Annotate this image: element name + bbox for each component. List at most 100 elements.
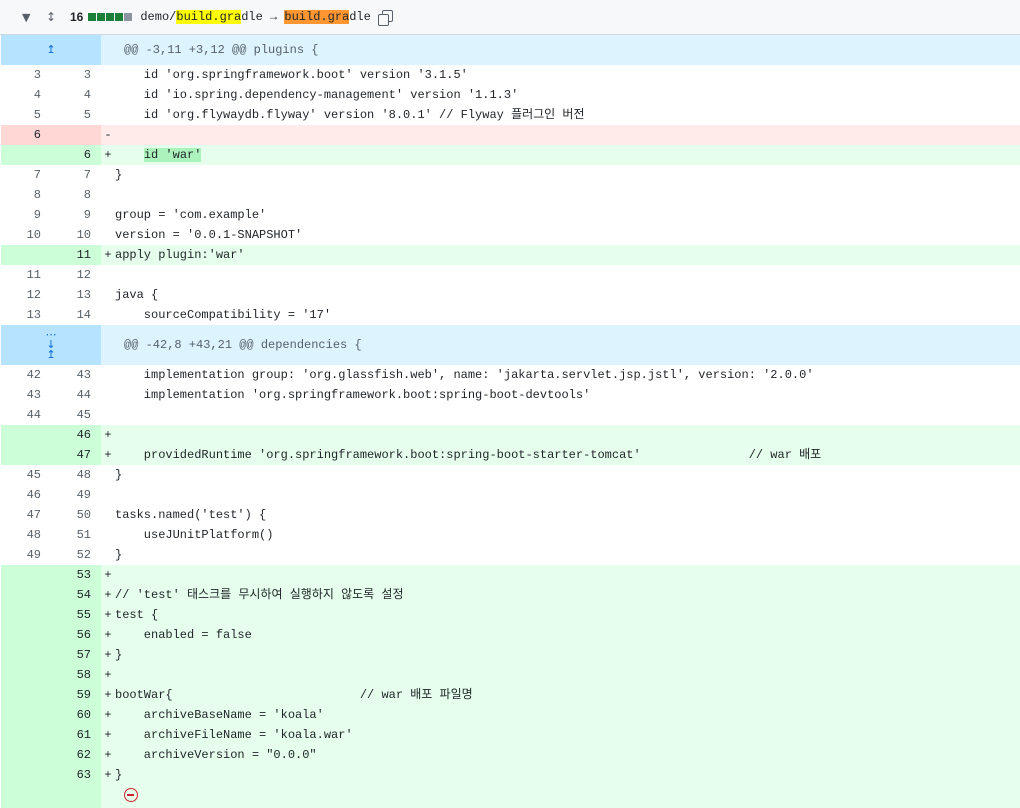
new-line-number[interactable]: 9 [51, 205, 101, 225]
diff-table: ↥ @@ -3,11 +3,12 @@ plugins { 33 id 'org… [1, 35, 1020, 785]
old-line-number[interactable] [1, 625, 51, 645]
diff-line-context: 49 52 } [1, 545, 1020, 565]
new-line-number[interactable]: 44 [51, 385, 101, 405]
new-line-number[interactable]: 61 [51, 725, 101, 745]
new-line-number[interactable]: 45 [51, 405, 101, 425]
old-line-number[interactable]: 44 [1, 405, 51, 425]
new-line-number[interactable]: 46 [51, 425, 101, 445]
new-line-number[interactable]: 14 [51, 305, 101, 325]
diff-sign [101, 105, 115, 125]
new-line-number[interactable]: 48 [51, 465, 101, 485]
old-line-number[interactable]: 48 [1, 525, 51, 545]
code-cell: + archiveFileName = 'koala.war' [101, 725, 1020, 745]
new-line-number[interactable]: 50 [51, 505, 101, 525]
old-line-number[interactable]: 13 [1, 305, 51, 325]
old-line-number[interactable] [1, 685, 51, 705]
new-line-number[interactable]: 7 [51, 165, 101, 185]
new-line-number[interactable]: 47 [51, 445, 101, 465]
old-line-number[interactable] [1, 605, 51, 625]
new-line-number[interactable]: 60 [51, 705, 101, 725]
new-line-number[interactable]: 3 [51, 65, 101, 85]
new-line-number[interactable]: 10 [51, 225, 101, 245]
diffstat-square [106, 13, 115, 21]
diff-line-context: 55 id 'org.flywaydb.flyway' version '8.0… [1, 105, 1020, 125]
new-line-number[interactable] [51, 125, 101, 145]
diff-sign [101, 405, 115, 425]
old-line-number[interactable]: 49 [1, 545, 51, 565]
new-line-number[interactable]: 12 [51, 265, 101, 285]
new-line-number[interactable]: 63 [51, 765, 101, 785]
chevron-down-icon[interactable]: ▼ [22, 11, 38, 24]
old-line-number[interactable]: 46 [1, 485, 51, 505]
old-line-number[interactable]: 10 [1, 225, 51, 245]
old-line-number[interactable]: 6 [1, 125, 51, 145]
old-line-number[interactable] [1, 245, 51, 265]
old-line-number[interactable] [1, 425, 51, 445]
old-line-number[interactable] [1, 565, 51, 585]
old-line-number[interactable] [1, 705, 51, 725]
diff-sign [101, 525, 115, 545]
old-line-number[interactable]: 5 [1, 105, 51, 125]
new-line-number[interactable]: 53 [51, 565, 101, 585]
code-cell: + [101, 565, 1020, 585]
old-line-number[interactable] [1, 585, 51, 605]
new-line-number[interactable]: 62 [51, 745, 101, 765]
diff-sign: + [104, 668, 112, 682]
copy-icon[interactable] [377, 10, 393, 26]
code-cell: + id 'war' [101, 145, 1020, 165]
old-line-number[interactable]: 11 [1, 265, 51, 285]
new-line-number[interactable]: 54 [51, 585, 101, 605]
unfold-icon[interactable]: ↕ [46, 10, 60, 24]
old-line-number[interactable] [1, 445, 51, 465]
diff-sign: + [104, 748, 112, 762]
old-line-number[interactable] [1, 145, 51, 165]
old-line-number[interactable]: 45 [1, 465, 51, 485]
diff-line-added: 60 + archiveBaseName = 'koala' [1, 705, 1020, 725]
new-line-number[interactable]: 43 [51, 365, 101, 385]
old-line-number[interactable] [1, 725, 51, 745]
new-line-number[interactable]: 51 [51, 525, 101, 545]
diff-line-context: 44 id 'io.spring.dependency-management' … [1, 85, 1020, 105]
expand-up-icon[interactable]: ↥ [1, 35, 101, 65]
old-line-number[interactable]: 43 [1, 385, 51, 405]
new-line-number[interactable]: 6 [51, 145, 101, 165]
old-line-number[interactable]: 4 [1, 85, 51, 105]
new-line-number[interactable]: 57 [51, 645, 101, 665]
code-cell: + archiveVersion = "0.0.0" [101, 745, 1020, 765]
old-line-number[interactable]: 8 [1, 185, 51, 205]
rename-arrow: → [262, 10, 285, 24]
code-text: archiveVersion = "0.0.0" [115, 748, 317, 762]
expand-both-icon[interactable]: ⋯ ↓ ↥ [1, 325, 101, 365]
new-line-number[interactable]: 59 [51, 685, 101, 705]
old-line-number[interactable]: 7 [1, 165, 51, 185]
code-cell: + archiveBaseName = 'koala' [101, 705, 1020, 725]
new-line-number[interactable]: 58 [51, 665, 101, 685]
old-line-number[interactable] [1, 665, 51, 685]
code-cell [101, 265, 1020, 285]
diff-line-added: 6 + id 'war' [1, 145, 1020, 165]
new-line-number[interactable]: 5 [51, 105, 101, 125]
old-line-number[interactable]: 42 [1, 365, 51, 385]
code-text: enabled = false [115, 628, 252, 642]
old-line-number[interactable] [1, 765, 51, 785]
diff-line-added: 53 + [1, 565, 1020, 585]
hunk-header-text: @@ -42,8 +43,21 @@ dependencies { [124, 338, 362, 352]
diff-line-context: 12 13 java { [1, 285, 1020, 305]
new-line-number[interactable]: 55 [51, 605, 101, 625]
old-line-number[interactable]: 3 [1, 65, 51, 85]
diffstat-square [88, 13, 97, 21]
new-line-number[interactable]: 4 [51, 85, 101, 105]
new-line-number[interactable]: 56 [51, 625, 101, 645]
new-line-number[interactable]: 11 [51, 245, 101, 265]
new-line-number[interactable]: 8 [51, 185, 101, 205]
old-line-number[interactable]: 47 [1, 505, 51, 525]
new-line-number[interactable]: 13 [51, 285, 101, 305]
old-line-number[interactable] [1, 745, 51, 765]
new-line-number[interactable]: 49 [51, 485, 101, 505]
old-line-number[interactable]: 12 [1, 285, 51, 305]
new-line-number[interactable]: 52 [51, 545, 101, 565]
diff-sign [101, 165, 115, 185]
old-line-number[interactable]: 9 [1, 205, 51, 225]
diff-sign: + [104, 768, 112, 782]
old-line-number[interactable] [1, 645, 51, 665]
